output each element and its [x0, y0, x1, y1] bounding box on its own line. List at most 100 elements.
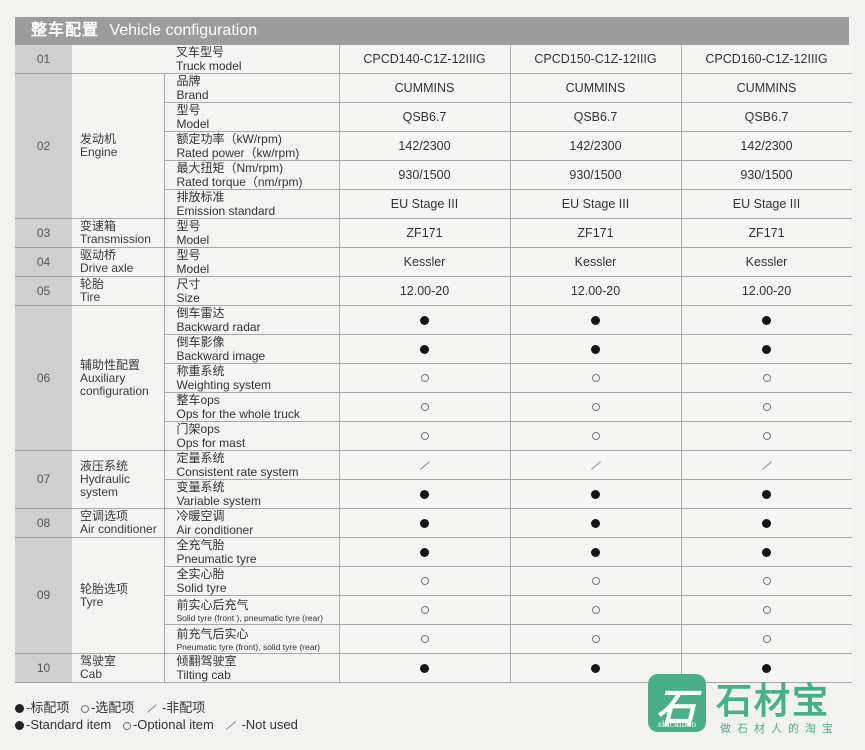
- value-text: EU Stage III: [390, 196, 459, 211]
- table-row: 02 发动机 Engine 品牌 Brand CUMMINS CUMMINS CUMMINS: [15, 73, 852, 219]
- value-cell: [680, 334, 852, 364]
- value-cell: [509, 508, 681, 538]
- item-label-en: Model: [176, 117, 210, 131]
- value-text: 930/1500: [398, 167, 451, 182]
- category-cell: 轮胎 Tire: [72, 276, 165, 306]
- item-label-cn: 最大扭矩（Nm/rpm): [176, 161, 284, 175]
- value-cell: 930/1500: [509, 160, 681, 190]
- value-text: Kessler: [745, 254, 788, 269]
- value-text: 930/1500: [569, 167, 622, 182]
- table-row: 08 空调选项 Air conditioner 冷暖空调 Air conditioner: [15, 508, 852, 538]
- legend-not-used-cn: -非配项: [161, 700, 206, 715]
- value-cell: [338, 305, 510, 335]
- item-label-cn: 全实心胎: [176, 567, 225, 581]
- item-label: 门架ops Ops for mast: [164, 421, 339, 451]
- model-header-cell: CPCD150-C1Z-12IIIG: [509, 45, 681, 74]
- value-cell: [680, 421, 852, 451]
- legend-optional-cn: -选配项: [90, 700, 135, 715]
- item-label-en: Pneumatic tyre: [176, 552, 257, 566]
- item-label: 前充气后实心 Pneumatic tyre (front), solid tyre…: [164, 624, 339, 654]
- value-cell: [338, 363, 510, 393]
- value-cell: 142/2300: [509, 131, 681, 161]
- value-cell: [338, 450, 510, 480]
- value-cell: [680, 566, 852, 596]
- standard-dot-icon: [420, 489, 429, 499]
- item-label-cn: 排放标准: [176, 190, 225, 204]
- value-cell: [338, 566, 510, 596]
- item-label-en: Brand: [176, 88, 209, 102]
- value-cell: [338, 624, 510, 654]
- legend-row-cn: -标配项 -选配项 -非配项: [15, 699, 306, 716]
- item-label-en: Rated power（kw/rpm): [176, 146, 300, 160]
- value-cell: [338, 479, 510, 509]
- section-number: 05: [15, 276, 72, 306]
- item-label: 最大扭矩（Nm/rpm) Rated torque（nm/rpm): [164, 160, 339, 190]
- category-en: Tire: [80, 290, 101, 304]
- value-text: 142/2300: [398, 138, 451, 153]
- value-cell: QSB6.7: [338, 102, 510, 132]
- value-cell: [509, 421, 681, 451]
- item-label: 全实心胎 Solid tyre: [164, 566, 339, 596]
- table-row: 05 轮胎 Tire 尺寸 Size 12.00-20 12.00-20 12.00-20: [15, 276, 852, 306]
- value-cell: [509, 334, 681, 364]
- optional-circle-icon: [80, 704, 89, 713]
- value-text: 142/2300: [740, 138, 793, 153]
- standard-dot-icon: [15, 704, 24, 714]
- category-en: Engine: [80, 145, 118, 159]
- watermark-logo: 石 shicaibao 石材宝 做石材人的淘宝: [648, 672, 858, 742]
- legend-not-used-en: -Not used: [241, 717, 298, 732]
- value-text: EU Stage III: [561, 196, 630, 211]
- item-label-cn: 品牌: [176, 74, 201, 88]
- value-text: Kessler: [403, 254, 446, 269]
- value-cell: CUMMINS: [509, 73, 681, 103]
- value-cell: EU Stage III: [509, 189, 681, 219]
- optional-circle-icon: [762, 577, 771, 586]
- value-cell: [509, 537, 681, 567]
- legend-row-en: -Standard item -Optional item -Not used: [15, 716, 306, 733]
- item-label: 品牌 Brand: [164, 73, 339, 103]
- value-cell: 142/2300: [680, 131, 852, 161]
- item-label: 尺寸 Size: [164, 276, 339, 306]
- item-label-en: Weighting system: [176, 378, 271, 392]
- value-cell: 12.00-20: [680, 276, 852, 306]
- optional-circle-icon: [762, 403, 771, 412]
- table-row: 09 轮胎选项 Tyre 全充气胎 Pneumatic tyre: [15, 537, 852, 654]
- item-label: 型号 Model: [164, 102, 339, 132]
- standard-dot-icon: [420, 518, 429, 528]
- value-cell: Kessler: [680, 247, 852, 277]
- item-label-en: Size: [176, 291, 200, 305]
- title-cn: 整车配置: [31, 22, 100, 39]
- value-cell: 930/1500: [680, 160, 852, 190]
- config-page: 整车配置 Vehicle configuration 01 叉车型号 Truck m…: [15, 17, 852, 683]
- category-cn: 辅助性配置: [80, 357, 141, 372]
- value-cell: EU Stage III: [338, 189, 510, 219]
- value-cell: [338, 392, 510, 422]
- value-cell: [680, 450, 852, 480]
- standard-dot-icon: [762, 489, 771, 499]
- optional-circle-icon: [762, 374, 771, 383]
- value-cell: ZF171: [338, 218, 510, 248]
- legend-optional-en: -Optional item: [132, 717, 214, 732]
- value-cell: [680, 595, 852, 625]
- category-cell: 驾驶室 Cab: [72, 653, 165, 683]
- value-cell: [680, 624, 852, 654]
- item-label: 倾翻驾驶室 Tilting cab: [164, 653, 339, 683]
- value-cell: [509, 566, 681, 596]
- value-cell: 12.00-20: [509, 276, 681, 306]
- value-text: 12.00-20: [399, 283, 450, 298]
- item-label: 叉车型号 Truck model: [164, 45, 339, 74]
- value-cell: EU Stage III: [680, 189, 852, 219]
- value-cell: [338, 537, 510, 567]
- model-header-cell: CPCD140-C1Z-12IIIG: [338, 45, 510, 74]
- not-used-slash-icon: [226, 721, 237, 730]
- item-label: 冷暖空调 Air conditioner: [164, 508, 339, 538]
- value-text: Kessler: [574, 254, 617, 269]
- model-header-cell: CPCD160-C1Z-12IIIG: [680, 45, 852, 74]
- value-cell: Kessler: [338, 247, 510, 277]
- section-number: 02: [15, 73, 72, 219]
- standard-dot-icon: [591, 489, 600, 499]
- item-label: 前实心后充气 Solid tyre (front ), pneumatic tyr…: [164, 595, 339, 625]
- optional-circle-icon: [420, 577, 429, 586]
- standard-dot-icon: [15, 721, 24, 731]
- optional-circle-icon: [591, 432, 600, 441]
